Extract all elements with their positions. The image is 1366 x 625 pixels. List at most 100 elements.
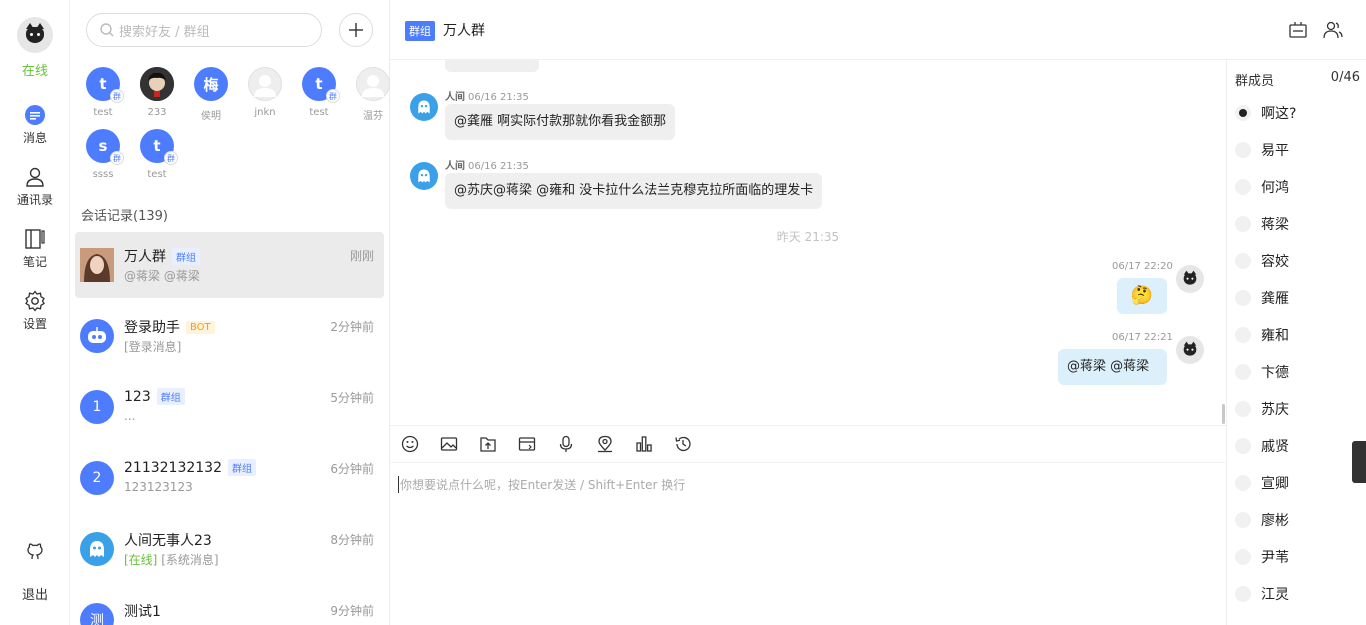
- online-user-name: 侯明: [201, 111, 221, 122]
- session-time: 刚刚: [349, 249, 374, 263]
- side-drawer-handle[interactable]: [1352, 441, 1366, 483]
- search-placeholder: 搜索好友 / 群组: [119, 24, 210, 40]
- session-time: 8分钟前: [330, 533, 374, 547]
- microphone-icon[interactable]: [557, 435, 575, 453]
- gear-icon: [25, 290, 45, 312]
- nav-messages[interactable]: 消息: [0, 104, 70, 146]
- group-members-panel: 群成员 0/46 啊这? 易平 何鸿 蒋梁 容姣 龚雁 雍和 卞德 苏庆 戚贤 …: [1226, 60, 1366, 625]
- github-icon[interactable]: [25, 542, 45, 562]
- sender-avatar[interactable]: [410, 162, 438, 190]
- message-input[interactable]: 你想要说点什么呢，按Enter发送 / Shift+Enter 换行: [398, 476, 685, 493]
- avatar: t群: [140, 129, 178, 165]
- my-message-avatar[interactable]: [1176, 336, 1204, 364]
- default-user-icon: [254, 75, 276, 97]
- nav-settings[interactable]: 设置: [0, 290, 70, 332]
- member-item[interactable]: 啊这?: [1235, 103, 1296, 123]
- vote-chart-icon[interactable]: [635, 435, 653, 453]
- my-avatar[interactable]: [17, 17, 53, 53]
- sender-avatar[interactable]: [410, 93, 438, 121]
- session-panel: 搜索好友 / 群组 t群 test 233 梅 侯明 jnkn t群 test: [70, 0, 390, 625]
- member-item[interactable]: 尹苇: [1235, 547, 1289, 567]
- online-user[interactable]: jnkn: [238, 67, 292, 118]
- online-user[interactable]: 233: [130, 67, 184, 118]
- message-time: 06/17 22:20: [1112, 261, 1173, 272]
- avatar: [248, 67, 282, 101]
- member-avatar: [1235, 586, 1251, 602]
- session-name: 123: [124, 388, 151, 405]
- member-avatar: [1235, 549, 1251, 565]
- chat-header: 群组 万人群: [390, 0, 1366, 60]
- member-item[interactable]: 何鸿: [1235, 177, 1289, 197]
- announcement-icon[interactable]: [1288, 20, 1308, 40]
- member-item[interactable]: 蒋梁: [1235, 214, 1289, 234]
- session-item[interactable]: 人间无事人23 [在线] [系统消息] 8分钟前: [75, 516, 384, 582]
- member-avatar: [1235, 327, 1251, 343]
- session-name: 21132132132: [124, 459, 222, 476]
- chat-panel: 群组 万人群 人间 06/16 21:35 @龚雁 啊实际付款那就你看我金额那 人…: [390, 0, 1366, 625]
- online-user-name: jnkn: [254, 107, 276, 118]
- nav-contacts[interactable]: 通讯录: [0, 166, 70, 208]
- nav-settings-label: 设置: [22, 317, 47, 331]
- member-item[interactable]: 戚贤: [1235, 436, 1289, 456]
- emoji-icon[interactable]: [401, 435, 419, 453]
- session-item[interactable]: 2 21132132132 群组 123123123 6分钟前: [75, 445, 384, 511]
- member-avatar: [1235, 475, 1251, 491]
- avatar: t群: [86, 67, 124, 103]
- online-user[interactable]: t群 test: [292, 67, 346, 118]
- member-avatar: [1235, 253, 1251, 269]
- online-user[interactable]: t群 test: [130, 129, 184, 180]
- session-item[interactable]: 登录助手 BOT [登录消息] 2分钟前: [75, 303, 384, 369]
- group-tag: 群: [164, 151, 178, 165]
- message-bubble: [445, 60, 539, 72]
- member-item[interactable]: 江灵: [1235, 584, 1289, 604]
- my-message-avatar[interactable]: [1176, 265, 1204, 293]
- member-item[interactable]: 苏庆: [1235, 399, 1289, 419]
- online-user-name: test: [147, 169, 167, 180]
- avatar: [80, 532, 114, 566]
- session-item[interactable]: 测 测试1 9分钟前: [75, 587, 384, 625]
- member-avatar: [1235, 105, 1251, 121]
- avatar: [140, 67, 174, 101]
- session-name: 人间无事人23: [124, 533, 212, 549]
- scrollbar[interactable]: [1222, 404, 1225, 424]
- add-button[interactable]: [339, 13, 373, 47]
- member-item[interactable]: 容姣: [1235, 251, 1289, 271]
- logout-button[interactable]: 退出: [0, 584, 70, 603]
- search-input[interactable]: 搜索好友 / 群组: [86, 13, 322, 47]
- chat-group-tag: 群组: [405, 21, 435, 41]
- members-icon[interactable]: [1323, 20, 1343, 40]
- message-icon: [25, 105, 45, 125]
- online-user[interactable]: t群 test: [76, 67, 130, 118]
- group-tag: 群: [326, 89, 340, 103]
- robot-icon: [88, 327, 106, 343]
- upload-file-icon[interactable]: [479, 435, 497, 453]
- message-bubble: @苏庆@蒋梁 @雍和 没卡拉什么法兰克穆克拉所面临的理发卡: [445, 173, 823, 209]
- session-time: 2分钟前: [330, 320, 374, 334]
- left-nav: 在线 消息 通讯录 笔记 设置 退出: [0, 0, 70, 625]
- member-avatar: [1235, 290, 1251, 306]
- nav-notes[interactable]: 笔记: [0, 228, 70, 270]
- member-item[interactable]: 龚雁: [1235, 288, 1289, 308]
- image-icon[interactable]: [440, 435, 458, 453]
- search-icon: [100, 23, 114, 37]
- member-item[interactable]: 卞德: [1235, 362, 1289, 382]
- group-tag: 群: [110, 151, 124, 165]
- member-item[interactable]: 廖彬: [1235, 510, 1289, 530]
- time-separator: 昨天 21:35: [776, 230, 840, 244]
- member-item[interactable]: 宣卿: [1235, 473, 1289, 493]
- message-list: 人间 06/16 21:35 @龚雁 啊实际付款那就你看我金额那 人间 06/16 …: [390, 60, 1226, 425]
- avatar: [80, 248, 114, 282]
- code-card-icon[interactable]: [518, 435, 536, 453]
- online-user-name: test: [93, 107, 113, 118]
- history-icon[interactable]: [674, 435, 692, 453]
- session-item[interactable]: 万人群 群组 @蒋梁 @蒋梁 刚刚: [75, 232, 384, 298]
- location-icon[interactable]: [596, 435, 614, 453]
- session-item[interactable]: 1 123 群组 ... 5分钟前: [75, 374, 384, 440]
- online-user[interactable]: s群 ssss: [76, 129, 130, 180]
- online-user[interactable]: 梅 侯明: [184, 67, 238, 122]
- member-item[interactable]: 易平: [1235, 140, 1289, 160]
- members-title: 群成员: [1235, 74, 1275, 89]
- session-name: 测试1: [124, 604, 161, 620]
- member-item[interactable]: 雍和: [1235, 325, 1289, 345]
- photo-avatar-icon: [80, 248, 114, 282]
